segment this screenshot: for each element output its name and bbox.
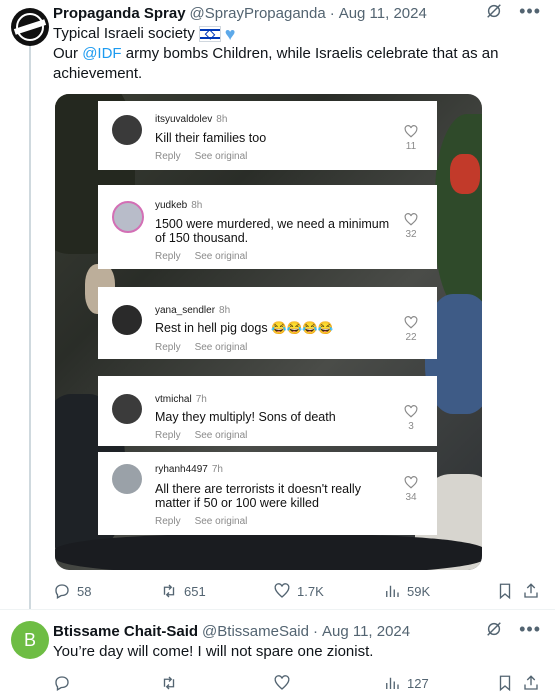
reply-link: Reply [155, 516, 181, 527]
timestamp[interactable]: Aug 11, 2024 [339, 5, 427, 22]
share-icon[interactable] [522, 582, 540, 600]
see-original-link: See original [194, 430, 248, 441]
repost-count: 651 [184, 583, 206, 599]
avatar[interactable]: B [11, 621, 49, 659]
author-name[interactable]: Btissame Chait-Said [53, 623, 198, 640]
commenter-username: yudkeb [155, 200, 188, 211]
israel-flag-icon [198, 26, 221, 42]
tweet: Propaganda Spray @SprayPropaganda · Aug … [53, 2, 555, 84]
reply-button[interactable] [53, 674, 71, 692]
reply-link: Reply [155, 430, 181, 441]
heart-outline-icon [404, 476, 418, 489]
repost-icon [163, 676, 175, 690]
bookmark-icon[interactable] [496, 582, 514, 600]
comment-like-count: 11 [405, 141, 417, 152]
comment-like-count: 22 [405, 332, 417, 343]
see-original-link: See original [194, 342, 248, 353]
tweet-text: You’re day will come! I will not spare o… [53, 643, 374, 660]
reply-count: 58 [77, 583, 92, 599]
author-handle[interactable]: @SprayPropaganda [190, 5, 326, 22]
commenter-username: itsyuvaldolev [155, 114, 213, 125]
comment-text: Rest in hell pig dogs 😂😂😂😂 [155, 321, 334, 335]
commenter-avatar [112, 394, 142, 424]
commenter-avatar [112, 115, 142, 145]
divider [0, 609, 555, 610]
bookmark-icon[interactable] [496, 674, 514, 692]
repost-button[interactable] [160, 674, 178, 692]
share-icon[interactable] [522, 674, 540, 692]
like-button[interactable] [273, 674, 291, 692]
views-icon [386, 585, 399, 597]
views-button[interactable]: 127 [383, 674, 429, 692]
like-button[interactable]: 1.7K [273, 582, 324, 600]
author-name[interactable]: Propaganda Spray [53, 5, 186, 22]
like-count: 1.7K [297, 583, 324, 599]
tweet-text: Typical Israeli society ♥ Our @IDF army … [53, 24, 499, 82]
commenter-username: vtmichal [155, 394, 192, 405]
reply-link: Reply [155, 251, 181, 262]
reply-link: Reply [155, 342, 181, 353]
views-count: 127 [407, 675, 429, 691]
commenter-username: yana_sendler [155, 305, 216, 316]
mention-link[interactable]: @IDF [82, 45, 121, 62]
comment-card: yudkeb 8h 1500 were murdered, we need a m… [98, 185, 437, 269]
tweet-actions: 58 651 1.7K 59K [53, 582, 541, 602]
commenter-username: ryhanh4497 [155, 464, 208, 475]
avatar[interactable] [11, 8, 49, 46]
thread-line [29, 44, 31, 609]
commenter-avatar [112, 464, 142, 494]
like-icon [274, 583, 290, 598]
like-icon [274, 675, 290, 690]
comment-text: 1500 were murdered, we need a minimum [155, 217, 390, 231]
commenter-avatar [112, 201, 144, 233]
grok-icon[interactable] [485, 620, 503, 638]
comment-text: All there are terrorists it doesn't real… [155, 482, 361, 496]
commenter-avatar [112, 305, 142, 335]
timestamp[interactable]: Aug 11, 2024 [322, 623, 410, 640]
tweet-media[interactable]: itsyuvaldolev 8h Kill their families too … [55, 94, 482, 570]
tweet-header: Propaganda Spray @SprayPropaganda · Aug … [53, 4, 427, 22]
comment-text: May they multiply! Sons of death [155, 410, 336, 424]
see-original-link: See original [194, 516, 248, 527]
more-icon[interactable]: ••• [519, 620, 541, 638]
grok-icon[interactable] [485, 2, 503, 20]
see-original-link: See original [194, 251, 248, 262]
views-icon [386, 677, 399, 689]
comment-card: vtmichal 7h May they multiply! Sons of de… [98, 376, 437, 446]
heart-outline-icon [404, 405, 418, 418]
reply-link: Reply [155, 151, 181, 162]
heart-outline-icon [404, 125, 418, 138]
comment-like-count: 32 [405, 229, 417, 240]
comment-card: itsyuvaldolev 8h Kill their families too … [98, 101, 437, 170]
more-icon[interactable]: ••• [519, 2, 541, 20]
views-count: 59K [407, 583, 431, 599]
comment-text: Kill their families too [155, 131, 267, 145]
comment-like-count: 3 [408, 421, 414, 432]
tweet-actions: 127 [53, 674, 541, 694]
see-original-link: See original [194, 151, 248, 162]
reply-icon [55, 584, 69, 599]
heart-outline-icon [404, 213, 418, 226]
comment-like-count: 34 [405, 492, 417, 503]
author-handle[interactable]: @BtissameSaid [202, 623, 309, 640]
tweet-header: Btissame Chait-Said @BtissameSaid · Aug … [53, 622, 411, 640]
comment-card: ryhanh4497 7h All there are terrorists it… [98, 452, 437, 535]
tweet: Btissame Chait-Said @BtissameSaid · Aug … [53, 620, 555, 662]
reply-icon [55, 676, 69, 691]
heart-outline-icon [404, 316, 418, 329]
blue-heart-icon: ♥ [224, 24, 236, 44]
repost-button[interactable]: 651 [160, 582, 206, 600]
views-button[interactable]: 59K [383, 582, 430, 600]
reply-button[interactable]: 58 [53, 582, 91, 600]
comment-card: yana_sendler 8h Rest in hell pig dogs 😂😂😂… [98, 287, 437, 359]
repost-icon [163, 584, 175, 598]
